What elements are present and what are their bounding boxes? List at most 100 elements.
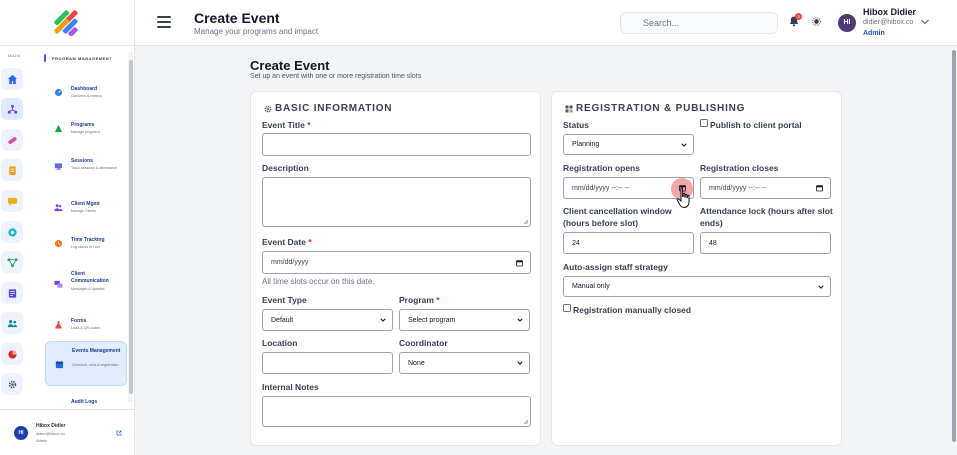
status-select[interactable]: Planning (563, 134, 694, 155)
publish-label[interactable]: Publish to client portal (710, 120, 802, 130)
chevron-down-icon (818, 284, 824, 289)
sidebar: MAIN PROGRAM MANAGEMENT Dashboard Overvi… (0, 46, 135, 455)
calendar-icon[interactable] (816, 185, 823, 192)
rail-chat-button[interactable] (1, 190, 23, 212)
registration-closes-input[interactable]: mm/dd/yyyy --:-- -- (700, 177, 831, 199)
section-title: PROGRAM MANAGEMENT (52, 56, 113, 61)
notification-badge: 3 (795, 13, 802, 20)
target-icon (7, 227, 17, 237)
chat-bubbles-icon (54, 280, 63, 288)
nav-desc: Log clients in / out (71, 245, 100, 249)
rail-flow-button[interactable] (1, 251, 23, 273)
auto-assign-value: Manual only (572, 283, 610, 290)
presentation-icon (54, 163, 63, 171)
grid-icon (565, 105, 573, 113)
bar-chart-icon (54, 124, 63, 133)
rail-programs-button[interactable] (1, 98, 23, 120)
user-role: Admin (863, 30, 885, 37)
rail-analytics-button[interactable] (1, 343, 23, 365)
description-textarea[interactable] (262, 177, 531, 227)
rail-home-button[interactable] (1, 68, 23, 90)
clock-icon (54, 239, 63, 248)
app-logo[interactable] (54, 10, 80, 36)
nav-label: Forms (71, 318, 87, 324)
registration-opens-label: Registration opens (563, 163, 640, 173)
sidebar-scroll-thumb[interactable] (129, 60, 133, 394)
rail-pills-button[interactable] (1, 129, 23, 151)
registration-closes-label: Registration closes (700, 163, 779, 173)
event-title-input[interactable] (262, 133, 531, 156)
clipboard-icon (8, 165, 16, 175)
manual-closed-label[interactable]: Registration manually closed (573, 305, 691, 315)
manual-closed-checkbox[interactable] (563, 304, 571, 312)
rail-settings-button[interactable] (1, 373, 23, 395)
cancellation-window-input[interactable]: 24 (563, 232, 694, 254)
user-email: didier@hibox.co (863, 19, 914, 26)
footer-user-role: Admin (36, 438, 48, 443)
rail-clipboard-button[interactable] (1, 159, 23, 181)
program-label: Program * (399, 295, 440, 305)
nav-dashboard[interactable]: Dashboard Overview & metrics (45, 76, 127, 108)
program-select[interactable]: Select program (399, 309, 530, 331)
external-link-icon[interactable] (116, 430, 122, 436)
attendance-lock-value: 48 (709, 239, 717, 247)
nav-audit-logs[interactable]: Audit Logs (45, 395, 127, 405)
program-value: Select program (408, 316, 456, 324)
publish-checkbox[interactable] (700, 119, 708, 127)
event-type-select[interactable]: Default (262, 309, 393, 331)
description-label: Description (262, 163, 309, 173)
search-input[interactable]: Search... (620, 12, 778, 34)
nav-desc: Manage programs (71, 130, 101, 134)
chevron-down-icon[interactable] (920, 18, 930, 26)
nav-events-management[interactable]: Events Management Schedule, slots & regi… (45, 341, 127, 386)
rail-target-button[interactable] (1, 221, 23, 243)
internal-notes-textarea[interactable] (262, 396, 531, 427)
location-label: Location (262, 338, 298, 348)
auto-assign-label: Auto-assign staff strategy (563, 262, 668, 272)
nav-programs[interactable]: Programs Manage programs (45, 112, 127, 144)
nav-desc: Track sessions & attendance (71, 166, 118, 170)
registration-opens-value: mm/dd/yyyy --:-- -- (572, 184, 630, 192)
chevron-down-icon (517, 361, 523, 365)
resize-handle-icon[interactable] (523, 219, 528, 224)
nav-client-mgmt[interactable]: Client Mgmt Manage Clients (45, 191, 127, 223)
header-subtitle: Manage your programs and impact (194, 27, 319, 36)
location-input[interactable] (262, 352, 393, 374)
footer-user-name: Hibox Didier (36, 423, 66, 429)
nav-client-communication[interactable]: Client Communication Messages & updates (45, 264, 127, 306)
rail-document-button[interactable] (1, 282, 23, 304)
chevron-down-icon (380, 318, 386, 322)
auto-assign-select[interactable]: Manual only (563, 276, 831, 297)
capsule-icon (7, 136, 17, 144)
pie-chart-icon (7, 349, 17, 359)
attendance-lock-input[interactable]: 48 (700, 232, 831, 254)
theme-toggle-icon[interactable] (812, 17, 821, 26)
nav-label: Audit Logs (71, 399, 98, 405)
page-scroll-thumb[interactable] (952, 50, 956, 442)
coordinator-select[interactable]: None (399, 352, 530, 374)
nav-label: Events Management (72, 348, 121, 354)
menu-toggle-icon[interactable] (157, 14, 171, 30)
coordinator-label: Coordinator (399, 338, 448, 348)
avatar[interactable]: HI (14, 426, 28, 440)
nav-time-tracking[interactable]: Time Tracking Log clients in / out (45, 227, 127, 259)
sidebar-user-footer: HI Hibox Didier didier@hibox.co Admin (0, 409, 134, 455)
document-icon (8, 288, 16, 298)
nav-sessions[interactable]: Sessions Track sessions & attendance (45, 148, 127, 186)
gear-icon (264, 105, 272, 113)
card-title: REGISTRATION & PUBLISHING (576, 103, 746, 114)
user-avatar[interactable]: HI (838, 14, 856, 32)
nav-forms[interactable]: Forms Links & QR codes (45, 308, 127, 340)
logo-area (0, 0, 135, 46)
event-date-input[interactable]: mm/dd/yyyy (262, 251, 531, 274)
cancellation-window-value: 24 (572, 239, 580, 247)
resize-handle-icon[interactable] (523, 419, 528, 424)
rail-users-button[interactable] (1, 312, 23, 334)
calendar-icon[interactable] (516, 259, 523, 266)
event-date-help: All time slots occur on this date. (262, 277, 375, 286)
hand-cursor-icon (676, 187, 690, 209)
event-title-label: Event Title * (262, 120, 311, 130)
nav-desc: Manage Clients (71, 209, 96, 213)
chevron-down-icon (681, 142, 687, 147)
calendar-icon (55, 360, 64, 369)
